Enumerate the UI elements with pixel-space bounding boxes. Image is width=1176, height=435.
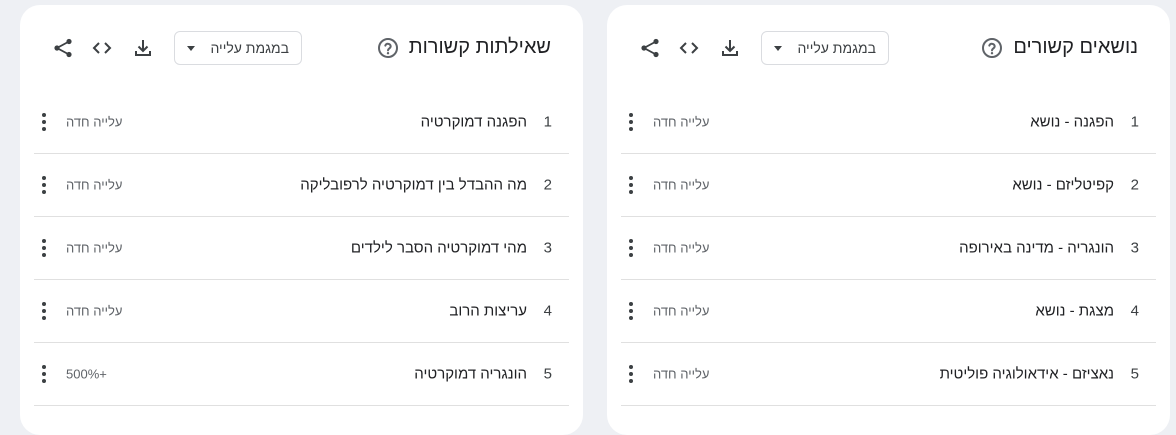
list-item[interactable]: 1 הפגנה דמוקרטיה עלייה חדה <box>34 91 569 154</box>
share-icon[interactable] <box>639 37 661 59</box>
list-item[interactable]: 1 הפגנה - נושא עלייה חדה <box>621 91 1156 154</box>
row-rank: 5 <box>1130 365 1139 383</box>
row-label[interactable]: הפגנה דמוקרטיה <box>421 114 527 131</box>
filter-value: במגמת עלייה <box>210 40 289 56</box>
more-options-icon[interactable] <box>38 238 50 258</box>
row-label[interactable]: הונגריה - מדינה באירופה <box>959 240 1114 257</box>
related-queries-list: 1 הפגנה דמוקרטיה עלייה חדה 2 מה ההבדל בי… <box>34 91 569 406</box>
row-value: עלייה חדה <box>653 177 710 193</box>
card-title-text: נושאים קשורים <box>1013 36 1138 58</box>
row-label[interactable]: קפיטליזם - נושא <box>1012 177 1114 194</box>
row-rank: 5 <box>543 365 552 383</box>
list-item[interactable]: 2 מה ההבדל בין דמוקרטיה לרפובליקה עלייה … <box>34 154 569 217</box>
list-item[interactable]: 3 מהי דמוקרטיה הסבר לילדים עלייה חדה <box>34 217 569 280</box>
row-label[interactable]: נאציזם - אידאולוגיה פוליטית <box>940 366 1114 383</box>
row-value: עלייה חדה <box>66 177 123 193</box>
embed-icon[interactable] <box>91 37 113 59</box>
share-icon[interactable] <box>52 37 74 59</box>
row-value: עלייה חדה <box>653 366 710 382</box>
dropdown-caret-icon <box>187 45 195 51</box>
related-topics-card: נושאים קשורים במגמת עלייה 1 הפגנה - נושא… <box>607 5 1170 435</box>
dropdown-caret-icon <box>774 45 782 51</box>
related-topics-list: 1 הפגנה - נושא עלייה חדה 2 קפיטליזם - נו… <box>621 91 1156 406</box>
trend-filter-dropdown[interactable]: במגמת עלייה <box>761 31 889 65</box>
row-rank: 4 <box>1130 302 1139 320</box>
card-title-text: שאילתות קשורות <box>408 36 551 58</box>
list-item[interactable]: 4 מצגת - נושא עלייה חדה <box>621 280 1156 343</box>
more-options-icon[interactable] <box>38 364 50 384</box>
row-value: עלייה חדה <box>66 303 123 319</box>
row-label[interactable]: הפגנה - נושא <box>1030 114 1114 131</box>
embed-icon[interactable] <box>678 37 700 59</box>
more-options-icon[interactable] <box>38 301 50 321</box>
help-icon[interactable] <box>981 37 1003 59</box>
row-rank: 3 <box>1130 239 1139 257</box>
more-options-icon[interactable] <box>625 112 637 132</box>
list-item[interactable]: 5 הונגריה דמוקרטיה 500%+ <box>34 343 569 406</box>
card-header: שאילתות קשורות במגמת עלייה <box>20 5 583 91</box>
list-item[interactable]: 4 עריצות הרוב עלייה חדה <box>34 280 569 343</box>
row-rank: 1 <box>1130 113 1139 131</box>
list-item[interactable]: 5 נאציזם - אידאולוגיה פוליטית עלייה חדה <box>621 343 1156 406</box>
list-item[interactable]: 2 קפיטליזם - נושא עלייה חדה <box>621 154 1156 217</box>
card-title: שאילתות קשורות <box>377 36 551 59</box>
more-options-icon[interactable] <box>625 175 637 195</box>
row-value: עלייה חדה <box>66 114 123 130</box>
list-item[interactable]: 3 הונגריה - מדינה באירופה עלייה חדה <box>621 217 1156 280</box>
download-icon[interactable] <box>719 37 741 59</box>
row-value: 500%+ <box>66 366 107 382</box>
row-label[interactable]: עריצות הרוב <box>449 303 527 320</box>
row-label[interactable]: הונגריה דמוקרטיה <box>414 366 527 383</box>
more-options-icon[interactable] <box>625 301 637 321</box>
download-icon[interactable] <box>132 37 154 59</box>
row-value: עלייה חדה <box>653 303 710 319</box>
more-options-icon[interactable] <box>625 238 637 258</box>
row-label[interactable]: מה ההבדל בין דמוקרטיה לרפובליקה <box>300 177 527 194</box>
filter-value: במגמת עלייה <box>797 40 876 56</box>
row-value: עלייה חדה <box>653 114 710 130</box>
row-rank: 1 <box>543 113 552 131</box>
row-rank: 2 <box>543 176 552 194</box>
card-header: נושאים קשורים במגמת עלייה <box>607 5 1170 91</box>
row-rank: 2 <box>1130 176 1139 194</box>
trend-filter-dropdown[interactable]: במגמת עלייה <box>174 31 302 65</box>
row-value: עלייה חדה <box>653 240 710 256</box>
row-rank: 4 <box>543 302 552 320</box>
more-options-icon[interactable] <box>38 175 50 195</box>
row-rank: 3 <box>543 239 552 257</box>
row-label[interactable]: מצגת - נושא <box>1035 303 1114 320</box>
more-options-icon[interactable] <box>38 112 50 132</box>
row-value: עלייה חדה <box>66 240 123 256</box>
related-queries-card: שאילתות קשורות במגמת עלייה 1 הפגנה דמוקר… <box>20 5 583 435</box>
more-options-icon[interactable] <box>625 364 637 384</box>
row-label[interactable]: מהי דמוקרטיה הסבר לילדים <box>351 240 527 257</box>
card-title: נושאים קשורים <box>981 36 1138 59</box>
help-icon[interactable] <box>377 37 399 59</box>
